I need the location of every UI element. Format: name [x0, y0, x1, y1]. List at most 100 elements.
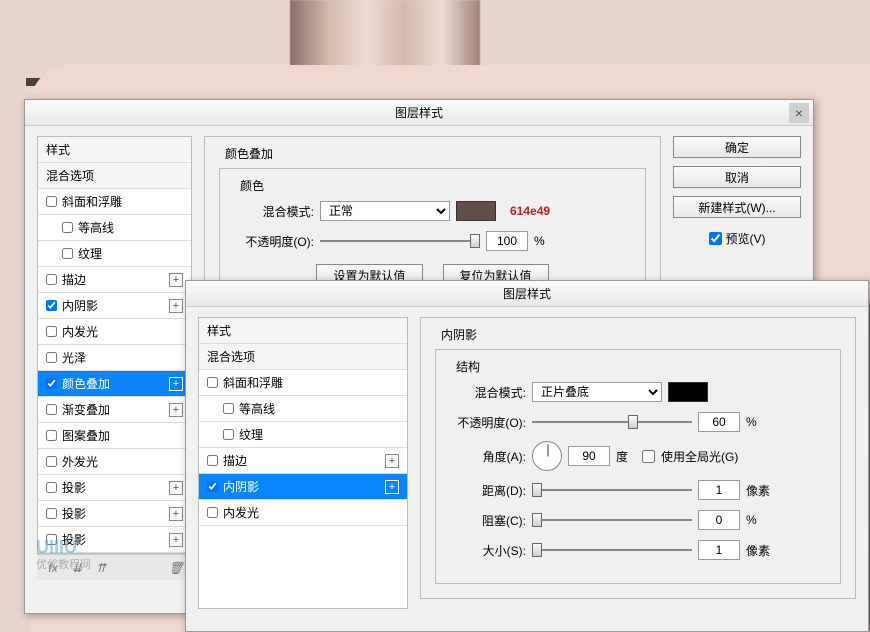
angle-dial[interactable] [532, 441, 562, 471]
style-checkbox[interactable] [62, 248, 73, 259]
angle-input[interactable] [568, 446, 610, 466]
choke-input[interactable] [698, 510, 740, 530]
style-item[interactable]: 内发光 [38, 319, 191, 345]
opacity-slider[interactable] [532, 413, 692, 431]
style-item[interactable]: 样式 [199, 318, 407, 344]
style-item[interactable]: 等高线 [199, 396, 407, 422]
down-arrows-icon[interactable]: ⇊ [69, 561, 85, 575]
style-item[interactable]: 斜面和浮雕 [38, 189, 191, 215]
choke-label: 阻塞(C): [450, 512, 526, 529]
style-checkbox[interactable] [46, 534, 57, 545]
up-arrows-icon[interactable]: ⇈ [93, 561, 109, 575]
style-checkbox[interactable] [62, 222, 73, 233]
blend-mode-label: 混合模式: [234, 203, 314, 220]
style-checkbox[interactable] [46, 196, 57, 207]
opacity-input[interactable] [698, 412, 740, 432]
distance-input[interactable] [698, 480, 740, 500]
style-label: 投影 [62, 479, 86, 496]
style-label: 等高线 [78, 219, 114, 236]
style-item[interactable]: 纹理 [199, 422, 407, 448]
style-item[interactable]: 描边+ [199, 448, 407, 474]
opacity-unit: % [746, 415, 757, 429]
style-checkbox[interactable] [46, 300, 57, 311]
style-item[interactable]: 描边+ [38, 267, 191, 293]
style-item[interactable]: 颜色叠加+ [38, 371, 191, 397]
dialog-title: 图层样式 [395, 104, 443, 121]
blend-mode-select[interactable]: 正片叠底 [532, 382, 662, 402]
trash-icon[interactable]: 🗑 [168, 561, 184, 575]
plus-icon[interactable]: + [385, 480, 399, 494]
style-checkbox[interactable] [46, 326, 57, 337]
style-checkbox[interactable] [46, 404, 57, 415]
style-item[interactable]: 光泽 [38, 345, 191, 371]
blend-mode-select[interactable]: 正常 [320, 201, 450, 221]
size-input[interactable] [698, 540, 740, 560]
style-checkbox[interactable] [46, 352, 57, 363]
style-item[interactable]: 斜面和浮雕 [199, 370, 407, 396]
style-item[interactable]: 外发光 [38, 449, 191, 475]
style-item[interactable]: 纹理 [38, 241, 191, 267]
blend-mode-label: 混合模式: [450, 384, 526, 401]
style-item[interactable]: 渐变叠加+ [38, 397, 191, 423]
choke-slider[interactable] [532, 511, 692, 529]
distance-slider[interactable] [532, 481, 692, 499]
style-label: 斜面和浮雕 [62, 193, 122, 210]
plus-icon[interactable]: + [169, 273, 183, 287]
distance-unit: 像素 [746, 482, 770, 499]
size-unit: 像素 [746, 542, 770, 559]
style-checkbox[interactable] [46, 378, 57, 389]
style-checkbox[interactable] [207, 507, 218, 518]
style-item[interactable]: 等高线 [38, 215, 191, 241]
style-item[interactable]: 样式 [38, 137, 191, 163]
style-checkbox[interactable] [223, 403, 234, 414]
style-label: 内发光 [62, 323, 98, 340]
plus-icon[interactable]: + [169, 533, 183, 547]
style-checkbox[interactable] [46, 508, 57, 519]
style-label: 投影 [62, 505, 86, 522]
plus-icon[interactable]: + [385, 454, 399, 468]
opacity-unit: % [534, 234, 545, 248]
style-checkbox[interactable] [223, 429, 234, 440]
style-label: 样式 [46, 141, 70, 158]
color-swatch[interactable] [668, 382, 708, 402]
color-swatch[interactable] [456, 201, 496, 221]
style-item[interactable]: 内阴影+ [199, 474, 407, 500]
color-hex-label: 614e49 [510, 204, 550, 218]
style-label: 内发光 [223, 504, 259, 521]
style-item[interactable]: 投影+ [38, 527, 191, 553]
style-item[interactable]: 混合选项 [38, 163, 191, 189]
plus-icon[interactable]: + [169, 481, 183, 495]
style-checkbox[interactable] [207, 455, 218, 466]
style-item[interactable]: 内发光 [199, 500, 407, 526]
new-style-button[interactable]: 新建样式(W)... [673, 196, 801, 218]
plus-icon[interactable]: + [169, 377, 183, 391]
style-checkbox[interactable] [207, 481, 218, 492]
style-item[interactable]: 内阴影+ [38, 293, 191, 319]
styles-list-footer: fx ⇊ ⇈ 🗑 [37, 554, 192, 580]
preview-checkbox[interactable] [709, 232, 722, 245]
style-checkbox[interactable] [46, 430, 57, 441]
global-light-checkbox[interactable] [642, 450, 655, 463]
plus-icon[interactable]: + [169, 299, 183, 313]
style-checkbox[interactable] [46, 456, 57, 467]
plus-icon[interactable]: + [169, 403, 183, 417]
opacity-slider[interactable] [320, 232, 480, 250]
style-item[interactable]: 投影 + [38, 475, 191, 501]
style-item[interactable]: 投影 + [38, 501, 191, 527]
style-checkbox[interactable] [46, 274, 57, 285]
close-button[interactable] [789, 103, 809, 123]
size-slider[interactable] [532, 541, 692, 559]
panel-subtitle: 颜色 [234, 177, 270, 194]
fx-icon[interactable]: fx [45, 561, 61, 575]
ok-button[interactable]: 确定 [673, 136, 801, 158]
style-item[interactable]: 图案叠加 [38, 423, 191, 449]
cancel-button[interactable]: 取消 [673, 166, 801, 188]
style-item[interactable]: 混合选项 [199, 344, 407, 370]
plus-icon[interactable]: + [169, 507, 183, 521]
style-label: 混合选项 [207, 348, 255, 365]
style-checkbox[interactable] [46, 482, 57, 493]
style-label: 图案叠加 [62, 427, 110, 444]
style-label: 纹理 [78, 245, 102, 262]
opacity-input[interactable] [486, 231, 528, 251]
style-checkbox[interactable] [207, 377, 218, 388]
